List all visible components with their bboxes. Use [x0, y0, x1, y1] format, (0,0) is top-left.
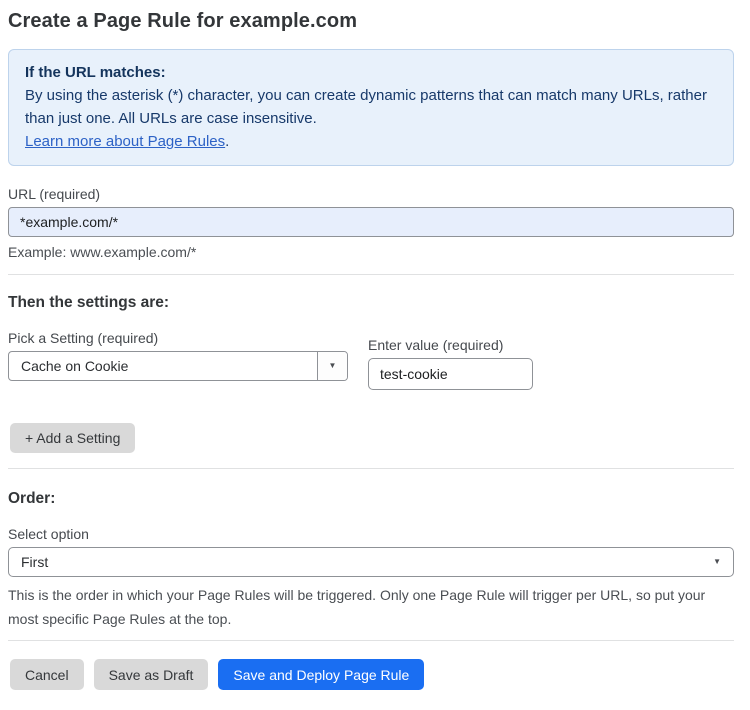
link-suffix: . [225, 133, 230, 150]
footer-button-row: Cancel Save as Draft Save and Deploy Pag… [10, 659, 734, 690]
url-matches-info-box: If the URL matches: By using the asteris… [8, 49, 734, 166]
settings-row: Pick a Setting (required) Cache on Cooki… [8, 330, 734, 390]
order-section-heading: Order: [8, 490, 56, 507]
create-page-rule-panel: Create a Page Rule for example.com If th… [0, 0, 750, 710]
setting-picker-label: Pick a Setting (required) [8, 330, 159, 346]
divider [8, 640, 734, 641]
chevron-down-icon: ▼ [328, 361, 337, 370]
order-select-value: First [21, 554, 49, 570]
info-box-heading: If the URL matches: [25, 64, 166, 81]
setting-select-arrow-button[interactable]: ▼ [317, 352, 347, 380]
info-box-body: By using the asterisk (*) character, you… [25, 87, 707, 127]
chevron-down-icon: ▼ [713, 557, 721, 566]
info-box-link-line: Learn more about Page Rules. [25, 130, 717, 153]
page-title: Create a Page Rule for example.com [8, 10, 358, 32]
settings-section-heading: Then the settings are: [8, 294, 170, 311]
url-example-helper: Example: www.example.com/* [8, 244, 197, 260]
cancel-button[interactable]: Cancel [10, 659, 84, 690]
setting-picker-column: Pick a Setting (required) Cache on Cooki… [8, 330, 348, 381]
setting-select-value: Cache on Cookie [21, 358, 129, 374]
value-field-label: Enter value (required) [368, 337, 504, 353]
order-helper-text: This is the order in which your Page Rul… [8, 587, 706, 627]
divider [8, 274, 734, 275]
divider [8, 468, 734, 469]
save-as-draft-button[interactable]: Save as Draft [93, 659, 209, 690]
order-select-label: Select option [8, 526, 89, 542]
save-and-deploy-button[interactable]: Save and Deploy Page Rule [218, 659, 425, 690]
order-select[interactable]: First ▼ [8, 547, 734, 577]
learn-more-link[interactable]: Learn more about Page Rules [25, 133, 225, 150]
setting-value-input[interactable] [368, 358, 533, 390]
setting-value-column: Enter value (required) [368, 337, 533, 390]
add-setting-button[interactable]: + Add a Setting [10, 423, 136, 453]
url-field-label: URL (required) [8, 186, 101, 202]
setting-select[interactable]: Cache on Cookie ▼ [8, 351, 348, 381]
url-input[interactable] [8, 207, 734, 237]
